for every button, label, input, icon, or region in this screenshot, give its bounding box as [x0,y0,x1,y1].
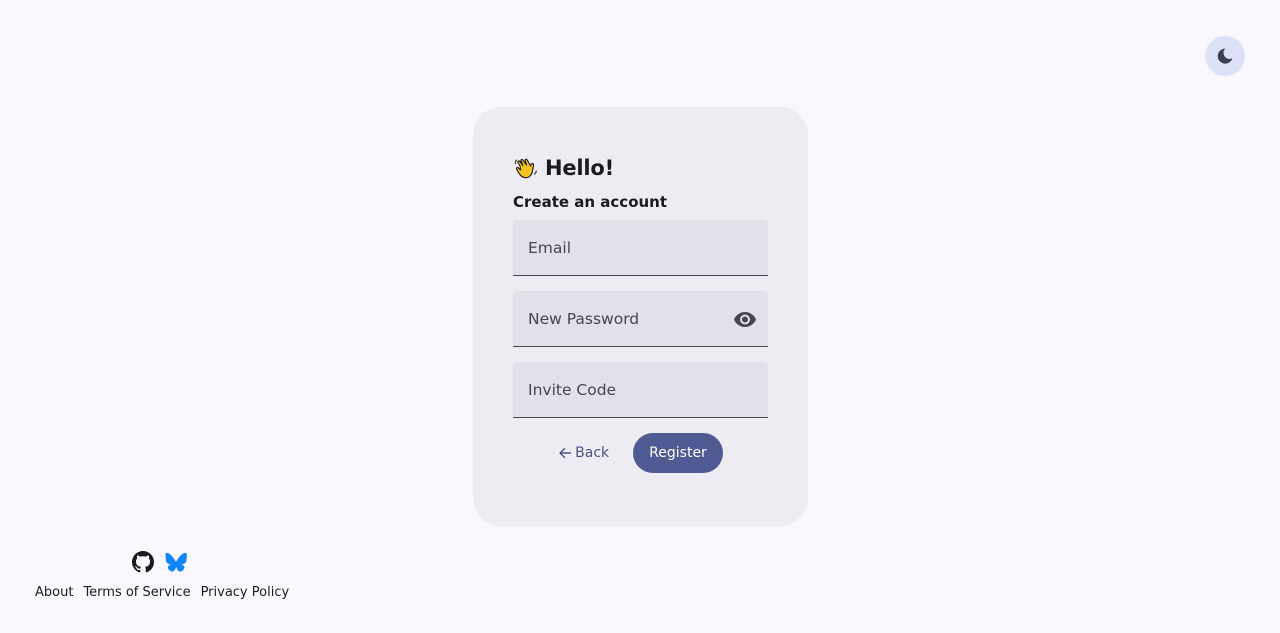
password-field-container [513,291,768,347]
new-password-field[interactable] [513,291,768,346]
bluesky-icon [165,552,187,572]
terms-of-service-link[interactable]: Terms of Service [83,585,190,600]
greeting: Hello! [513,153,768,183]
page-title: Hello! [545,156,615,180]
email-field[interactable] [513,220,768,275]
register-button[interactable]: Register [633,433,723,473]
moon-icon [1217,48,1233,64]
eye-icon [734,312,756,327]
github-link[interactable] [132,551,154,573]
arrow-left-icon [559,447,572,459]
waving-hand-icon [513,155,539,181]
invite-code-field-container [513,362,768,418]
toggle-password-visibility-button[interactable] [732,307,758,331]
back-label: Back [575,445,610,461]
about-link[interactable]: About [35,585,73,600]
invite-code-field[interactable] [513,362,768,417]
footer-links: About Terms of Service Privacy Policy [35,585,289,600]
register-card: Hello! Create an account Back R [473,107,808,526]
bluesky-link[interactable] [165,551,187,573]
social-links [132,551,187,573]
subtitle: Create an account [513,193,668,211]
theme-toggle-button[interactable] [1205,36,1245,76]
email-field-container [513,220,768,276]
form-actions: Back Register [513,433,768,473]
github-icon [132,551,154,573]
page: Hello! Create an account Back R [0,0,1280,633]
privacy-policy-link[interactable]: Privacy Policy [201,585,290,600]
back-button[interactable]: Back [558,433,609,473]
